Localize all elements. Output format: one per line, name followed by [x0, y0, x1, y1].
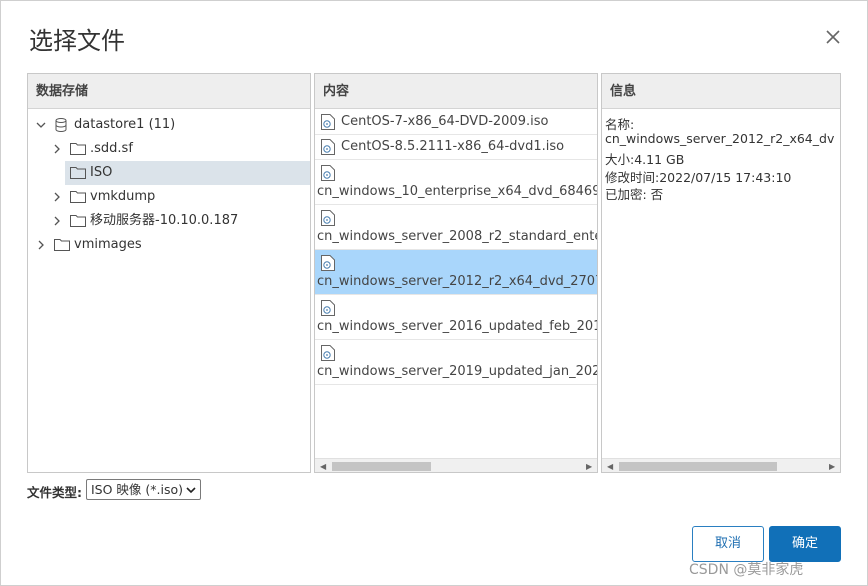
chevron-down-icon	[186, 487, 196, 494]
close-icon[interactable]	[823, 27, 843, 47]
scrollbar-thumb[interactable]	[619, 462, 777, 471]
disc-file-icon	[321, 210, 335, 226]
chevron-right-icon[interactable]	[52, 144, 62, 154]
scroll-left-icon[interactable]: ◀	[607, 462, 613, 471]
folder-icon	[70, 191, 86, 203]
cancel-button[interactable]: 取消	[692, 526, 764, 562]
tree-item-label: datastore1 (11)	[74, 117, 176, 132]
list-item[interactable]: cn_windows_server_2016_updated_feb_2018	[315, 295, 598, 340]
chevron-right-icon[interactable]	[36, 240, 46, 250]
list-item[interactable]: CentOS-7-x86_64-DVD-2009.iso	[315, 110, 597, 135]
list-item[interactable]: cn_windows_server_2012_r2_x64_dvd_2707	[315, 250, 598, 295]
file-type-selected: ISO 映像 (*.iso)	[91, 482, 184, 497]
scroll-left-icon[interactable]: ◀	[320, 462, 326, 471]
file-type-label: 文件类型:	[27, 485, 82, 500]
file-name: cn_windows_server_2016_updated_feb_2018	[317, 319, 598, 334]
file-name: CentOS-8.5.2111-x86_64-dvd1.iso	[341, 139, 565, 154]
datastore-header: 数据存储	[28, 74, 310, 109]
content-horizontal-scrollbar[interactable]: ◀ ▶	[315, 458, 597, 472]
chevron-right-icon[interactable]	[52, 192, 62, 202]
info-encrypted: 已加密: 否	[605, 187, 664, 202]
folder-icon	[70, 167, 86, 179]
scroll-right-icon[interactable]: ▶	[586, 462, 592, 471]
folder-icon	[70, 215, 86, 227]
chevron-down-icon[interactable]	[36, 120, 46, 130]
tree-item-label: ISO	[90, 165, 113, 180]
file-name: cn_windows_server_2008_r2_standard_ente	[317, 229, 598, 244]
disc-file-icon	[321, 114, 335, 130]
tree-item-mobile-server[interactable]: 移动服务器-10.10.0.187	[28, 209, 310, 233]
list-item[interactable]: cn_windows_server_2008_r2_standard_ente	[315, 205, 598, 250]
file-name: CentOS-7-x86_64-DVD-2009.iso	[341, 114, 549, 129]
list-item[interactable]: cn_windows_10_enterprise_x64_dvd_68469	[315, 160, 598, 205]
tree-item-vmkdump[interactable]: vmkdump	[28, 185, 310, 209]
datastore-pane: 数据存储 datastore1 (11) .sdd.sf ISO vmkdump…	[27, 73, 311, 473]
file-name: cn_windows_server_2019_updated_jan_202	[317, 364, 598, 379]
list-item[interactable]: CentOS-8.5.2111-x86_64-dvd1.iso	[315, 135, 597, 160]
tree-item-vmimages[interactable]: vmimages	[28, 233, 310, 257]
folder-icon	[70, 143, 86, 155]
info-pane: 信息 名称: cn_windows_server_2012_r2_x64_dv …	[601, 73, 841, 473]
info-name-value: cn_windows_server_2012_r2_x64_dv	[605, 131, 835, 146]
watermark: CSDN @莫非家虎	[689, 562, 804, 578]
tree-item-label: vmkdump	[90, 189, 156, 204]
ok-button[interactable]: 确定	[769, 526, 841, 562]
content-header: 内容	[315, 74, 597, 109]
tree-item-label: .sdd.sf	[90, 141, 133, 156]
dialog-title: 选择文件	[29, 27, 125, 55]
scroll-right-icon[interactable]: ▶	[829, 462, 835, 471]
info-header: 信息	[602, 74, 840, 109]
list-item[interactable]: cn_windows_server_2019_updated_jan_202	[315, 340, 598, 385]
tree-item-sdd-sf[interactable]: .sdd.sf	[28, 137, 310, 161]
info-horizontal-scrollbar[interactable]: ◀ ▶	[602, 458, 840, 472]
tree-item-label: vmimages	[74, 237, 142, 252]
tree-item-label: 移动服务器-10.10.0.187	[90, 213, 239, 228]
file-select-dialog: 选择文件 数据存储 datastore1 (11) .sdd.sf ISO vm…	[0, 0, 868, 586]
folder-icon	[54, 239, 70, 251]
disc-file-icon	[321, 165, 335, 181]
disc-file-icon	[321, 300, 335, 316]
content-pane: 内容 CentOS-7-x86_64-DVD-2009.iso CentOS-8…	[314, 73, 598, 473]
info-size: 大小:4.11 GB	[605, 152, 685, 167]
chevron-right-icon[interactable]	[52, 216, 62, 226]
tree-item-iso[interactable]: ISO	[65, 161, 310, 185]
disc-file-icon	[321, 345, 335, 361]
database-icon	[55, 118, 67, 132]
file-name: cn_windows_10_enterprise_x64_dvd_68469	[317, 184, 598, 199]
file-name: cn_windows_server_2012_r2_x64_dvd_2707	[317, 274, 598, 289]
tree-item-datastore1[interactable]: datastore1 (11)	[28, 113, 310, 137]
file-type-select[interactable]: ISO 映像 (*.iso)	[86, 479, 201, 500]
scrollbar-thumb[interactable]	[332, 462, 431, 471]
disc-file-icon	[321, 255, 335, 271]
disc-file-icon	[321, 139, 335, 155]
